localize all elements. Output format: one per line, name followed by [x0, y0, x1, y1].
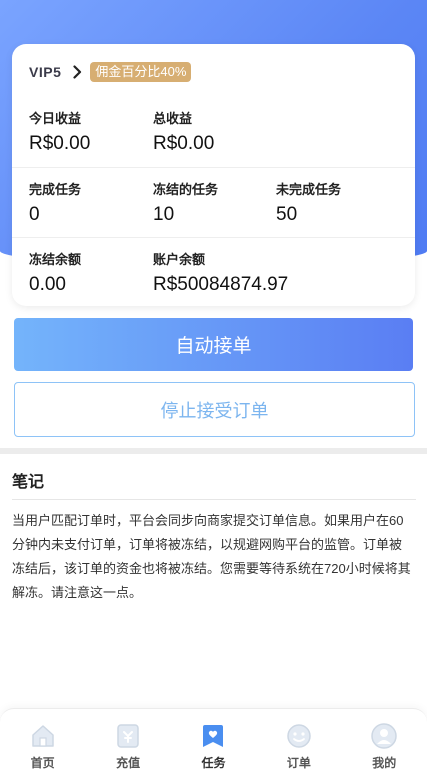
notes-title: 笔记 — [12, 474, 45, 491]
vip-level: VIP5 — [29, 64, 62, 80]
tab-label: 我的 — [372, 756, 397, 770]
tab-recharge[interactable]: 充值 — [86, 709, 171, 771]
tab-task[interactable]: 任务 — [171, 709, 256, 771]
stop-accept-button[interactable]: 停止接受订单 — [14, 382, 415, 437]
account-balance: 账户余额 R$50084874.97 — [153, 252, 288, 296]
tab-profile[interactable]: 我的 — [342, 709, 427, 771]
frozen-balance-value: 0.00 — [29, 274, 66, 295]
tab-label: 首页 — [30, 756, 55, 770]
total-income-label: 总收益 — [153, 111, 193, 126]
recharge-icon — [117, 724, 139, 748]
profile-icon — [371, 723, 397, 749]
frozen-balance: 冻结余额 0.00 — [29, 252, 81, 296]
uncompleted-tasks: 未完成任务 50 — [276, 182, 341, 226]
completed-tasks: 完成任务 0 — [29, 182, 81, 226]
frozen-tasks-label: 冻结的任务 — [153, 182, 219, 197]
chevron-right-icon — [73, 65, 82, 79]
section-separator — [0, 448, 427, 454]
account-balance-label: 账户余额 — [153, 252, 206, 267]
task-icon — [203, 725, 224, 747]
stats-card: VIP5 佣金百分比40% 今日收益 R$0.00 总收益 R$0.00 完成任… — [12, 44, 415, 306]
tab-label: 任务 — [201, 756, 226, 770]
notes-body: 当用户匹配订单时，平台会同步向商家提交订单信息。如果用户在60分钟内未支付订单，… — [12, 513, 411, 600]
total-income: 总收益 R$0.00 — [153, 111, 214, 155]
frozen-tasks: 冻结的任务 10 — [153, 182, 218, 226]
completed-tasks-label: 完成任务 — [29, 182, 82, 197]
today-income-label: 今日收益 — [29, 111, 82, 126]
auto-accept-button[interactable]: 自动接单 — [14, 318, 413, 371]
total-income-value: R$0.00 — [153, 133, 215, 154]
home-icon — [31, 725, 54, 747]
uncompleted-tasks-label: 未完成任务 — [276, 182, 342, 197]
bottom-tab-bar: 首页 充值 任务 订单 我的 — [0, 708, 427, 774]
notes-divider — [12, 499, 416, 500]
commission-badge: 佣金百分比40% — [90, 62, 192, 82]
frozen-balance-label: 冻结余额 — [29, 252, 82, 267]
today-income: 今日收益 R$0.00 — [29, 111, 90, 155]
vip-row[interactable]: VIP5 佣金百分比40% — [29, 62, 192, 82]
uncompleted-tasks-value: 50 — [276, 204, 298, 225]
completed-tasks-value: 0 — [29, 204, 40, 225]
tab-order[interactable]: 订单 — [256, 709, 341, 771]
today-income-value: R$0.00 — [29, 133, 91, 154]
divider — [12, 167, 415, 168]
tab-home[interactable]: 首页 — [0, 709, 85, 771]
tab-label: 订单 — [286, 756, 311, 770]
divider — [12, 237, 415, 238]
frozen-tasks-value: 10 — [153, 204, 175, 225]
tab-label: 充值 — [116, 756, 141, 770]
account-balance-value: R$50084874.97 — [153, 274, 289, 295]
order-icon — [287, 724, 311, 748]
